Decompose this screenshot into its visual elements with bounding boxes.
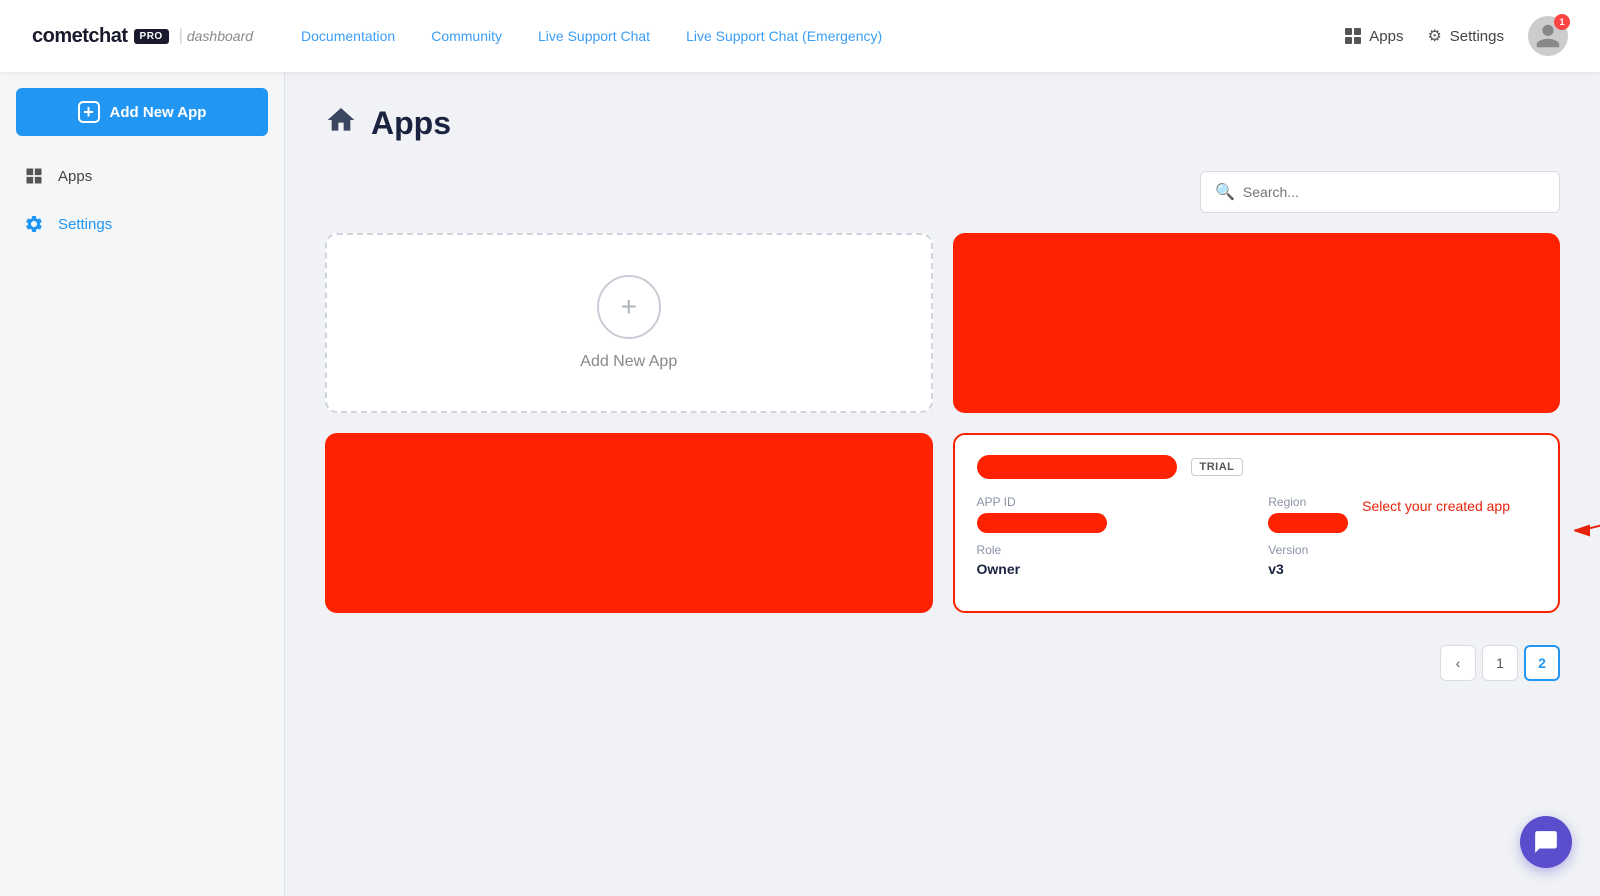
apps-grid-icon [1345, 28, 1361, 44]
gear-icon: ⚙ [1427, 26, 1441, 46]
notification-badge: 1 [1554, 14, 1570, 30]
pro-badge: PRO [134, 29, 169, 44]
nav-right: Apps ⚙ Settings 1 [1345, 16, 1568, 56]
separator: | [179, 27, 183, 45]
region-label: Region [1268, 495, 1536, 509]
app-card-detail[interactable]: TRIAL APP ID Region Role O [953, 433, 1561, 613]
page-header: Apps [325, 104, 1560, 143]
app-card-red-2[interactable] [325, 433, 933, 613]
pagination: ‹ 1 2 [325, 645, 1560, 681]
annotation-arrow-wrap [1568, 501, 1600, 546]
app-id-value-bar [977, 513, 1107, 533]
dashboard-label: dashboard [187, 28, 253, 44]
nav-link-documentation[interactable]: Documentation [301, 28, 395, 44]
apps-grid: + Add New App Select your created app [325, 233, 1560, 613]
page-2-button[interactable]: 2 [1524, 645, 1560, 681]
add-app-circle-icon: + [597, 275, 661, 339]
annotation-arrow-icon [1568, 501, 1600, 541]
add-new-app-sidebar-button[interactable]: + Add New App [16, 88, 268, 136]
region-value-bar [1268, 513, 1348, 533]
settings-nav-label: Settings [1450, 28, 1504, 45]
version-label: Version [1268, 543, 1536, 557]
main-layout: + Add New App Apps Settings [0, 72, 1600, 896]
role-label: Role [977, 543, 1245, 557]
settings-icon [24, 214, 44, 234]
search-bar-wrap: 🔍 [325, 171, 1560, 213]
avatar-button[interactable]: 1 [1528, 16, 1568, 56]
detail-fields: APP ID Region Role Owner Version [977, 495, 1537, 577]
trial-badge: TRIAL [1191, 458, 1244, 476]
app-card-red-1[interactable] [953, 233, 1561, 413]
app-id-label: APP ID [977, 495, 1245, 509]
nav-links: Documentation Community Live Support Cha… [301, 28, 1345, 44]
search-input[interactable] [1243, 184, 1545, 200]
app-name-bar [977, 455, 1177, 479]
apps-icon [24, 166, 44, 186]
prev-page-button[interactable]: ‹ [1440, 645, 1476, 681]
logo-area: cometchat PRO | dashboard [32, 25, 253, 48]
region-field: Region [1268, 495, 1536, 533]
role-field: Role Owner [977, 543, 1245, 577]
detail-card-header: TRIAL [977, 455, 1537, 479]
add-new-label: Add New App [110, 104, 207, 121]
home-icon [325, 104, 357, 143]
page-1-button[interactable]: 1 [1482, 645, 1518, 681]
nav-link-live-support-emergency[interactable]: Live Support Chat (Emergency) [686, 28, 882, 44]
add-plus-icon: + [621, 291, 637, 323]
nav-link-community[interactable]: Community [431, 28, 502, 44]
sidebar: + Add New App Apps Settings [0, 72, 285, 896]
add-app-card[interactable]: + Add New App [325, 233, 933, 413]
brand-name: cometchat [32, 25, 128, 48]
search-icon: 🔍 [1215, 182, 1235, 202]
plus-icon: + [78, 101, 100, 123]
version-value: v3 [1268, 561, 1536, 577]
top-navigation: cometchat PRO | dashboard Documentation … [0, 0, 1600, 72]
role-value: Owner [977, 561, 1245, 577]
sidebar-item-settings-label: Settings [58, 216, 112, 233]
page-title: Apps [371, 105, 451, 142]
nav-link-live-support[interactable]: Live Support Chat [538, 28, 650, 44]
sidebar-item-settings[interactable]: Settings [0, 200, 284, 248]
sidebar-nav: Apps Settings [0, 152, 284, 248]
sidebar-item-apps-label: Apps [58, 168, 92, 185]
chat-widget-icon [1533, 829, 1559, 855]
search-bar[interactable]: 🔍 [1200, 171, 1560, 213]
app-id-field: APP ID [977, 495, 1245, 533]
main-content: Apps 🔍 + Add New App [285, 72, 1600, 896]
sidebar-item-apps[interactable]: Apps [0, 152, 284, 200]
add-app-label: Add New App [580, 353, 677, 371]
apps-nav-label: Apps [1369, 28, 1403, 45]
detail-card-wrap: Select your created app [953, 433, 1561, 613]
version-field: Version v3 [1268, 543, 1536, 577]
apps-nav-button[interactable]: Apps [1345, 28, 1403, 45]
chat-widget-button[interactable] [1520, 816, 1572, 868]
settings-nav-button[interactable]: ⚙ Settings [1427, 26, 1504, 46]
